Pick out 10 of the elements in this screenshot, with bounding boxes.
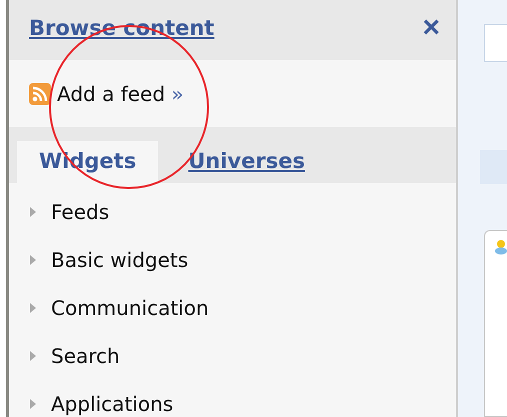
category-item[interactable]: Applications bbox=[51, 392, 174, 416]
search-field[interactable] bbox=[484, 24, 507, 62]
tab[interactable]: Universes bbox=[166, 141, 327, 183]
close-button[interactable]: × bbox=[422, 13, 440, 44]
category-item[interactable]: Basic widgets bbox=[51, 248, 188, 272]
category-item[interactable]: Search bbox=[51, 344, 120, 368]
add-feed-link[interactable]: Add a feed » bbox=[57, 82, 184, 106]
category-item[interactable]: Feeds bbox=[51, 200, 110, 224]
category-item[interactable]: Communication bbox=[51, 296, 209, 320]
rss-icon bbox=[29, 82, 51, 104]
